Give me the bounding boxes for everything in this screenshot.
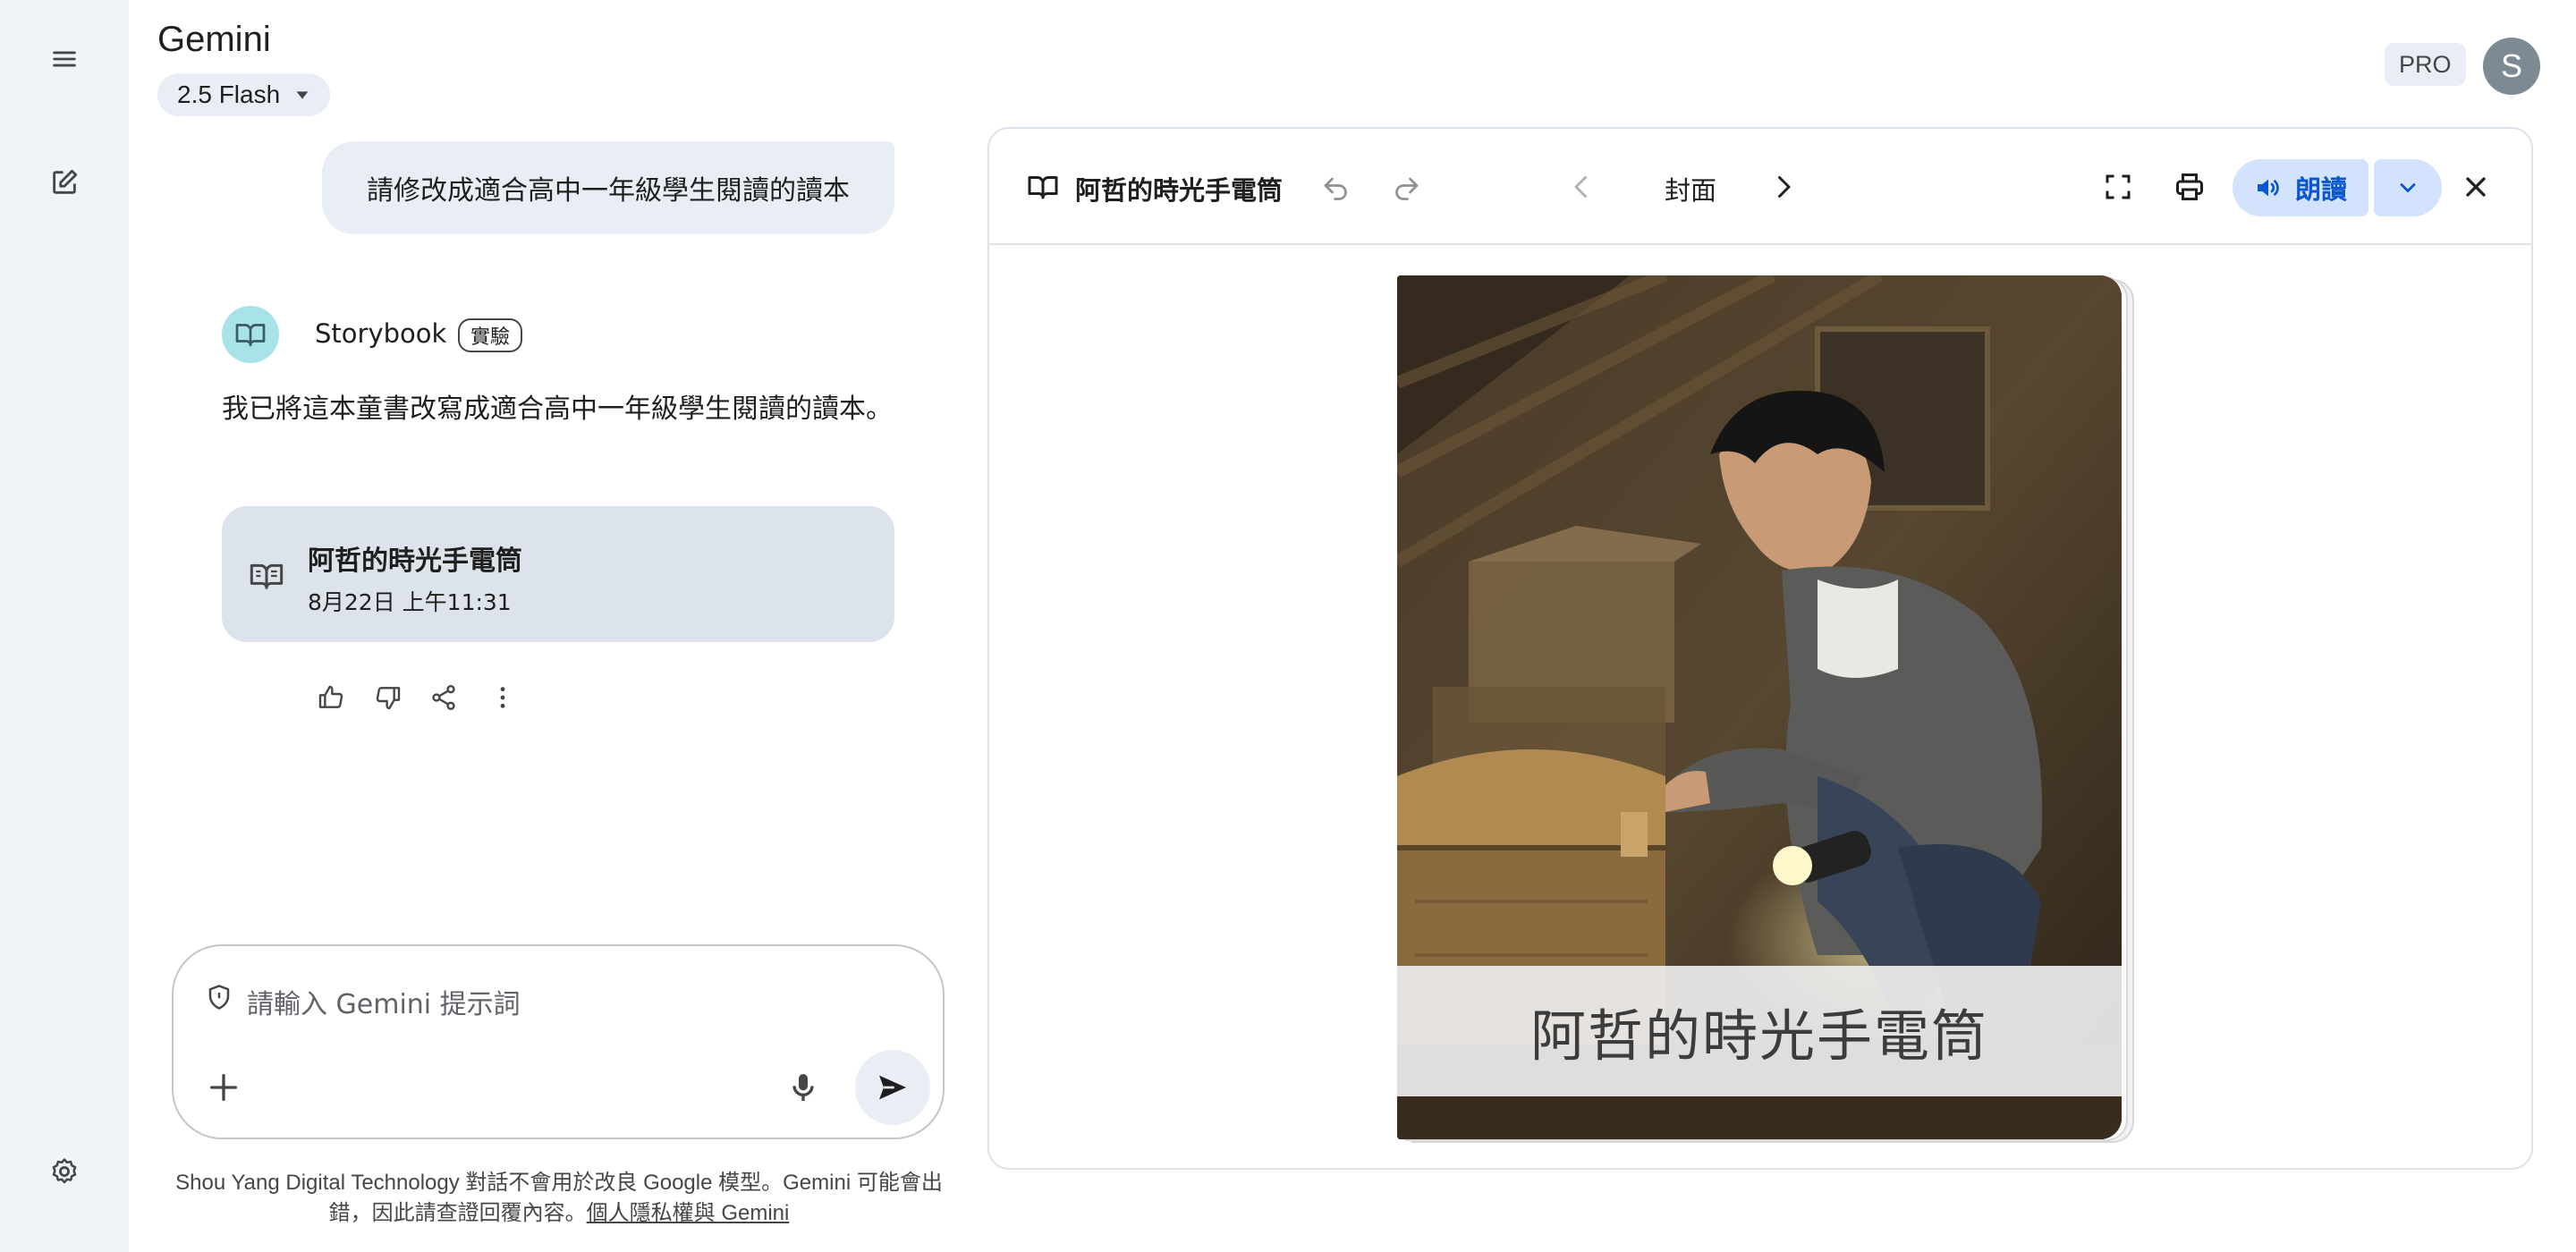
redo-icon (1395, 177, 1419, 200)
book-icon (235, 324, 266, 347)
shield-icon (208, 985, 230, 1010)
model-label: 2.5 Flash (177, 80, 281, 108)
cover-title: 阿哲的時光手電筒 (1397, 966, 2122, 1096)
user-message: 請修改成適合高中一年級學生閱讀的讀本 (322, 141, 894, 234)
page-label: 封面 (1664, 175, 1716, 206)
previous-page-button[interactable] (1560, 165, 1603, 208)
more-options-button[interactable] (481, 676, 524, 719)
send-icon (879, 1075, 906, 1100)
storybook-title-icon (1021, 165, 1064, 208)
thumbs-down-button[interactable] (367, 676, 410, 719)
thumbs-down-icon (376, 687, 401, 710)
more-vert-icon (500, 687, 505, 708)
chevron-right-icon (1778, 176, 1791, 198)
storybook-book[interactable]: 阿哲的時光手電筒 (1397, 275, 2134, 1143)
storybook-card[interactable]: 阿哲的時光手電筒 8月22日 上午11:31 (222, 506, 894, 642)
prompt-input[interactable]: 請輸入 Gemini 提示詞 (247, 982, 521, 1021)
thumbs-up-icon (318, 685, 343, 708)
disclaimer-text: Shou Yang Digital Technology 對話不會用於改良 Go… (175, 1171, 943, 1225)
book-icon (250, 563, 284, 589)
viewer-toolbar: 阿哲的時光手電筒 封面 朗讀 (989, 129, 2531, 245)
fullscreen-icon (2106, 174, 2131, 199)
new-chat-button[interactable] (36, 154, 93, 211)
book-icon (1028, 176, 1058, 199)
close-viewer-button[interactable] (2454, 165, 2497, 208)
caret-down-icon (296, 91, 309, 99)
print-button[interactable] (2168, 165, 2211, 208)
book-cover: 阿哲的時光手電筒 (1397, 275, 2122, 1139)
share-icon (432, 685, 455, 710)
storybook-card-date: 8月22日 上午11:31 (308, 589, 512, 615)
viewer-title: 阿哲的時光手電筒 (1075, 175, 1284, 206)
plus-icon[interactable] (206, 1070, 242, 1105)
redo-button[interactable] (1385, 165, 1428, 208)
gear-icon (52, 1158, 77, 1184)
undo-button[interactable] (1315, 165, 1358, 208)
undo-icon (1324, 177, 1347, 200)
app-title: Gemini (157, 20, 271, 59)
storybook-avatar (222, 306, 279, 363)
print-icon (2176, 173, 2203, 200)
model-selector[interactable]: 2.5 Flash (157, 73, 331, 116)
chevron-down-icon (2400, 183, 2416, 192)
settings-button[interactable] (36, 1143, 93, 1200)
side-rail (0, 0, 129, 1252)
storybook-card-title: 阿哲的時光手電筒 (308, 546, 522, 577)
thumbs-up-button[interactable] (309, 676, 352, 719)
speaker-icon (2257, 179, 2279, 197)
edit-icon (53, 169, 78, 194)
storybook-viewer: 阿哲的時光手電筒 封面 朗讀 阿哲的時光手電筒 (987, 127, 2533, 1170)
menu-icon (53, 51, 76, 67)
mic-icon[interactable] (785, 1070, 821, 1105)
pro-badge[interactable]: PRO (2385, 43, 2466, 86)
share-button[interactable] (422, 676, 465, 719)
bot-reply: 我已將這本童書改寫成適合高中一年級學生閱讀的讀本。 (222, 393, 893, 425)
read-aloud-options-button[interactable] (2374, 159, 2442, 216)
prompt-box[interactable]: 請輸入 Gemini 提示詞 (172, 944, 945, 1139)
fullscreen-button[interactable] (2097, 165, 2140, 208)
send-button[interactable] (855, 1050, 930, 1125)
read-aloud-button[interactable]: 朗讀 (2233, 159, 2368, 216)
experimental-badge: 實驗 (458, 318, 523, 352)
next-page-button[interactable] (1762, 165, 1805, 208)
chevron-left-icon (1574, 176, 1587, 198)
avatar[interactable]: S (2483, 38, 2540, 95)
main-menu-button[interactable] (36, 30, 93, 88)
privacy-link[interactable]: 個人隱私權與 Gemini (587, 1201, 790, 1225)
disclaimer: Shou Yang Digital Technology 對話不會用於改良 Go… (170, 1168, 948, 1229)
close-icon (2466, 177, 2486, 197)
bot-name: Storybook (315, 318, 447, 349)
read-aloud-label: 朗讀 (2294, 174, 2347, 205)
